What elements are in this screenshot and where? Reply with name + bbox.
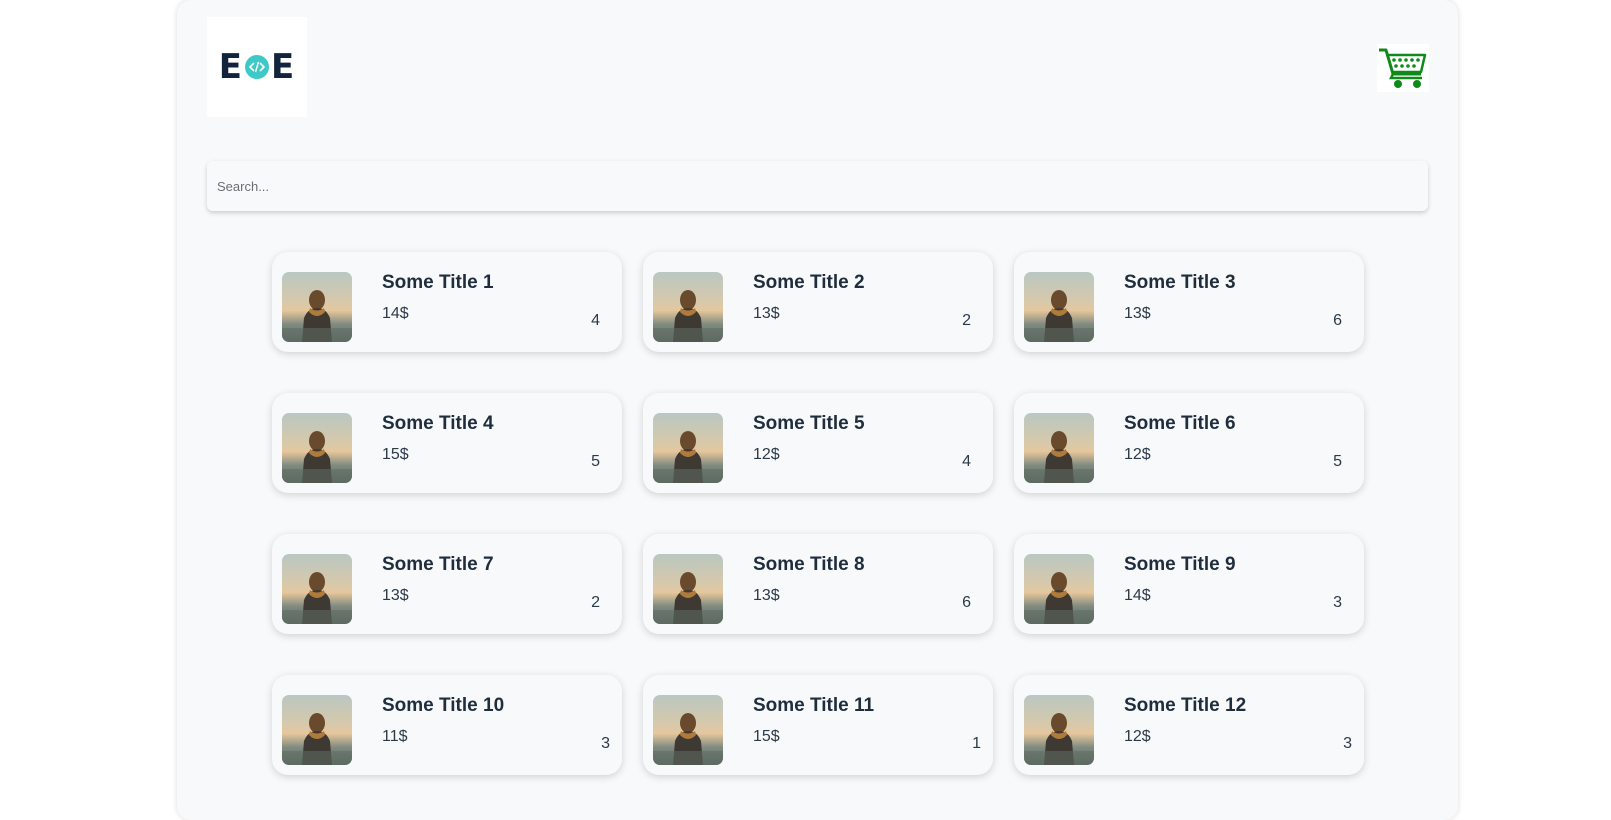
product-image <box>653 695 723 765</box>
product-title: Some Title 8 <box>753 554 865 575</box>
product-quantity: 1 <box>972 735 981 752</box>
product-quantity: 5 <box>1333 453 1342 470</box>
product-title: Some Title 5 <box>753 413 865 434</box>
product-image <box>282 272 352 342</box>
logo-letter-left: E <box>218 47 243 87</box>
product-quantity: 3 <box>601 735 610 752</box>
product-title: Some Title 7 <box>382 554 494 575</box>
product-title: Some Title 6 <box>1124 413 1236 434</box>
product-price: 12$ <box>1124 728 1151 745</box>
product-price: 15$ <box>753 728 780 745</box>
product-title: Some Title 9 <box>1124 554 1236 575</box>
product-quantity: 2 <box>591 594 600 611</box>
product-card[interactable]: Some Title 10 11$ 3 <box>272 675 622 775</box>
product-title: Some Title 11 <box>753 695 875 716</box>
product-price: 12$ <box>1124 446 1151 463</box>
product-quantity: 6 <box>962 594 971 611</box>
product-image <box>1024 272 1094 342</box>
product-image <box>653 272 723 342</box>
product-card[interactable]: Some Title 8 13$ 6 <box>643 534 993 634</box>
logo-wordmark: E E <box>219 47 295 87</box>
product-image <box>653 413 723 483</box>
shopping-cart-icon <box>1379 48 1427 88</box>
product-title: Some Title 2 <box>753 272 865 293</box>
page-container: E E Search... Some Title 1 14$ 4 Some Ti… <box>177 0 1458 820</box>
product-price: 12$ <box>753 446 780 463</box>
product-price: 14$ <box>382 305 409 322</box>
product-card[interactable]: Some Title 7 13$ 2 <box>272 534 622 634</box>
product-card[interactable]: Some Title 5 12$ 4 <box>643 393 993 493</box>
product-price: 13$ <box>753 587 780 604</box>
product-title: Some Title 4 <box>382 413 494 434</box>
product-price: 13$ <box>1124 305 1151 322</box>
product-price: 13$ <box>753 305 780 322</box>
product-price: 14$ <box>1124 587 1151 604</box>
logo-letter-right: E <box>271 47 296 87</box>
product-quantity: 3 <box>1333 594 1342 611</box>
code-icon <box>245 55 269 79</box>
product-card[interactable]: Some Title 4 15$ 5 <box>272 393 622 493</box>
product-card[interactable]: Some Title 6 12$ 5 <box>1014 393 1364 493</box>
logo[interactable]: E E <box>207 17 307 117</box>
product-price: 15$ <box>382 446 409 463</box>
search-input[interactable] <box>207 161 1428 211</box>
product-image <box>282 695 352 765</box>
product-title: Some Title 1 <box>382 272 494 293</box>
product-card[interactable]: Some Title 12 12$ 3 <box>1014 675 1364 775</box>
product-grid: Some Title 1 14$ 4 Some Title 2 13$ 2 So… <box>272 252 1364 775</box>
cart-button[interactable] <box>1377 44 1429 92</box>
product-quantity: 4 <box>591 312 600 329</box>
product-price: 11$ <box>382 728 408 745</box>
product-title: Some Title 3 <box>1124 272 1236 293</box>
product-image <box>653 554 723 624</box>
product-card[interactable]: Some Title 11 15$ 1 <box>643 675 993 775</box>
product-title: Some Title 12 <box>1124 695 1247 716</box>
product-quantity: 6 <box>1333 312 1342 329</box>
product-image <box>1024 413 1094 483</box>
search-bar <box>207 161 1428 211</box>
product-title: Some Title 10 <box>382 695 505 716</box>
product-card[interactable]: Some Title 2 13$ 2 <box>643 252 993 352</box>
product-quantity: 4 <box>962 453 971 470</box>
product-card[interactable]: Some Title 3 13$ 6 <box>1014 252 1364 352</box>
product-card[interactable]: Some Title 1 14$ 4 <box>272 252 622 352</box>
product-image <box>282 554 352 624</box>
product-card[interactable]: Some Title 9 14$ 3 <box>1014 534 1364 634</box>
product-quantity: 5 <box>591 453 600 470</box>
product-image <box>1024 554 1094 624</box>
product-quantity: 3 <box>1343 735 1352 752</box>
product-image <box>282 413 352 483</box>
product-quantity: 2 <box>962 312 971 329</box>
product-image <box>1024 695 1094 765</box>
product-price: 13$ <box>382 587 409 604</box>
